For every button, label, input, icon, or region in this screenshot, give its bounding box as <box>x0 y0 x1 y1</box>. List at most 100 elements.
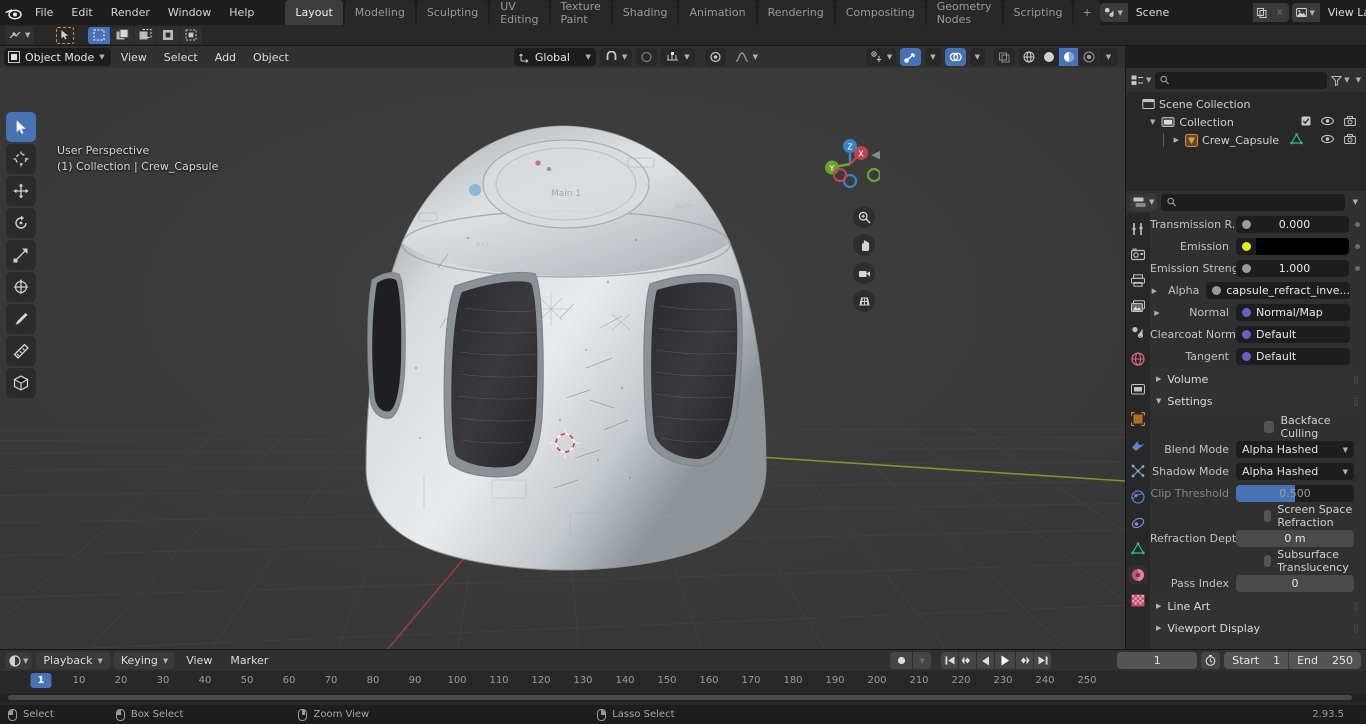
prop-field-tangent[interactable]: Default <box>1236 348 1350 365</box>
auto-keying-toggle[interactable] <box>890 652 913 669</box>
add-workspace-button[interactable]: + <box>1074 0 1100 25</box>
menu-help[interactable]: Help <box>220 3 263 22</box>
viewport-menu-object[interactable]: Object <box>246 49 296 66</box>
scene-selector[interactable]: ▼ Scene x <box>1099 3 1289 22</box>
properties-search-field[interactable] <box>1180 195 1339 209</box>
menu-file[interactable]: File <box>26 3 62 22</box>
properties-tab-particles[interactable] <box>1128 461 1148 480</box>
object-type-visibility[interactable]: ▼ <box>865 48 897 66</box>
zoom-icon[interactable] <box>853 206 875 228</box>
properties-tab-physics[interactable] <box>1128 487 1148 506</box>
jump-to-start-button[interactable] <box>941 652 959 669</box>
sidebar-collapse-arrow[interactable]: ◀ <box>872 148 880 161</box>
toggle-xray[interactable] <box>994 48 1015 66</box>
properties-tab-tool[interactable] <box>1128 219 1148 238</box>
eye-icon[interactable] <box>1321 116 1334 129</box>
falloff-curve-selector[interactable]: ▼ <box>730 48 763 66</box>
workspace-tab-sculpting[interactable]: Sculpting <box>416 0 489 25</box>
checkbox-icon[interactable] <box>1301 116 1311 129</box>
viewport-menu-view[interactable]: View <box>114 49 154 66</box>
select-invert-button[interactable] <box>157 26 180 44</box>
play-button[interactable] <box>995 652 1016 669</box>
viewport-3d[interactable]: Main 1 Rev 04 B 2 1 User Perspective (1)… <box>0 68 1125 649</box>
disclosure-triangle-alpha[interactable]: ▶ <box>1150 287 1159 295</box>
sync-mode-icon[interactable] <box>1201 652 1221 669</box>
outliner-filter-icon[interactable]: ▼ <box>1331 75 1350 86</box>
outliner-editor-type[interactable]: ▼ <box>1131 75 1151 86</box>
proportional-falloff[interactable] <box>704 48 726 66</box>
snap-target-selector[interactable]: ▼ <box>661 48 695 66</box>
section-viewport-display[interactable]: ▶ Viewport Display ⣿ <box>1150 618 1366 638</box>
timeline-scrollbar[interactable] <box>0 693 1366 702</box>
navigation-gizmo[interactable]: Z Y X <box>820 134 882 194</box>
animate-property-dot[interactable] <box>1355 244 1360 249</box>
eye-icon[interactable] <box>1321 134 1334 147</box>
tool-tweak[interactable] <box>6 112 36 142</box>
blender-logo[interactable] <box>4 3 22 23</box>
outliner-search-field[interactable] <box>1173 73 1323 87</box>
properties-tab-world[interactable] <box>1128 349 1148 368</box>
end-frame-field[interactable]: End 250 <box>1289 652 1361 669</box>
prop-field-refraction-depth[interactable]: 0 m <box>1236 530 1354 547</box>
animate-property-dot[interactable] <box>1355 222 1360 227</box>
workspace-tab-rendering[interactable]: Rendering <box>757 0 834 25</box>
properties-tab-collection[interactable] <box>1128 379 1148 398</box>
properties-tab-view-layer[interactable] <box>1128 297 1148 316</box>
pan-icon[interactable] <box>853 234 875 256</box>
auto-keying-options[interactable]: ▼ <box>913 652 932 669</box>
tool-move[interactable] <box>6 176 36 206</box>
checkbox-screen-space-refraction[interactable] <box>1264 509 1272 522</box>
workspace-tab-texture-paint[interactable]: Texture Paint <box>550 0 611 26</box>
select-subtract-button[interactable] <box>134 26 157 44</box>
prop-field-normal[interactable]: Normal/Map <box>1236 304 1350 321</box>
start-frame-field[interactable]: Start 1 <box>1224 652 1290 669</box>
outliner-search-input[interactable] <box>1155 71 1328 89</box>
shading-options-button[interactable]: ▼ <box>1099 48 1118 66</box>
prop-field-clearcoat-normal[interactable]: Default <box>1236 326 1350 343</box>
shading-wireframe-button[interactable] <box>1019 48 1038 66</box>
workspace-tab-compositing[interactable]: Compositing <box>835 0 925 25</box>
workspace-tab-shading[interactable]: Shading <box>612 0 678 25</box>
timeline-scrollbar-thumb[interactable] <box>8 695 1352 700</box>
proportional-editing[interactable] <box>636 48 658 66</box>
shading-rendered-button[interactable] <box>1079 48 1098 66</box>
drag-grip[interactable]: ⣿ <box>1353 375 1360 384</box>
camera-render-icon[interactable] <box>1344 115 1356 129</box>
prop-slider-clip-threshold[interactable]: 0.500 <box>1236 485 1354 502</box>
object-mode-selector[interactable]: Object Mode ▼ <box>4 48 111 66</box>
tool-add-cube[interactable] <box>6 368 36 398</box>
previous-keyframe-button[interactable] <box>959 652 977 669</box>
workspace-tab-scripting[interactable]: Scripting <box>1003 0 1073 25</box>
orthographic-icon[interactable] <box>853 290 875 312</box>
timeline-menu-marker[interactable]: Marker <box>223 652 275 669</box>
disclosure-triangle-normal[interactable]: ▶ <box>1150 309 1164 317</box>
section-settings[interactable]: ▼ Settings ⣿ <box>1150 391 1366 411</box>
timeline-menu-view[interactable]: View <box>179 652 219 669</box>
play-reverse-button[interactable] <box>977 652 995 669</box>
scene-name[interactable]: Scene <box>1127 3 1253 22</box>
viewport-menu-select[interactable]: Select <box>157 49 205 66</box>
properties-editor-type[interactable]: ▼ <box>1130 193 1158 211</box>
editor-type-icon[interactable]: ▼ <box>5 26 35 44</box>
mesh-data-icon[interactable] <box>1290 132 1303 148</box>
prop-field-emission-strength[interactable]: 1.000 <box>1236 260 1349 277</box>
camera-icon[interactable] <box>853 262 875 284</box>
menu-render[interactable]: Render <box>102 3 159 22</box>
viewport-menu-add[interactable]: Add <box>208 49 243 66</box>
timeline-ruler[interactable]: 1 10 20 30 40 50 60 70 80 90 100 110 120… <box>0 671 1366 693</box>
drag-grip[interactable]: ⣿ <box>1353 624 1360 633</box>
timeline-menu-playback[interactable]: Playback ▼ <box>36 652 110 669</box>
show-overlays-toggle[interactable] <box>944 48 966 66</box>
camera-render-icon[interactable] <box>1344 133 1356 147</box>
tool-scale[interactable] <box>6 240 36 270</box>
properties-tab-modifier[interactable] <box>1128 435 1148 454</box>
menu-window[interactable]: Window <box>159 3 220 22</box>
prop-select-shadow-mode[interactable]: Alpha Hashed ▼ <box>1236 463 1354 480</box>
view-layer-selector[interactable]: ▼ View Layer x <box>1291 3 1366 22</box>
properties-tab-constraints[interactable] <box>1128 513 1148 532</box>
next-keyframe-button[interactable] <box>1016 652 1034 669</box>
tool-measure[interactable] <box>6 336 36 366</box>
menu-edit[interactable]: Edit <box>62 3 101 22</box>
animate-property-dot[interactable] <box>1355 266 1360 271</box>
tool-rotate[interactable] <box>6 208 36 238</box>
